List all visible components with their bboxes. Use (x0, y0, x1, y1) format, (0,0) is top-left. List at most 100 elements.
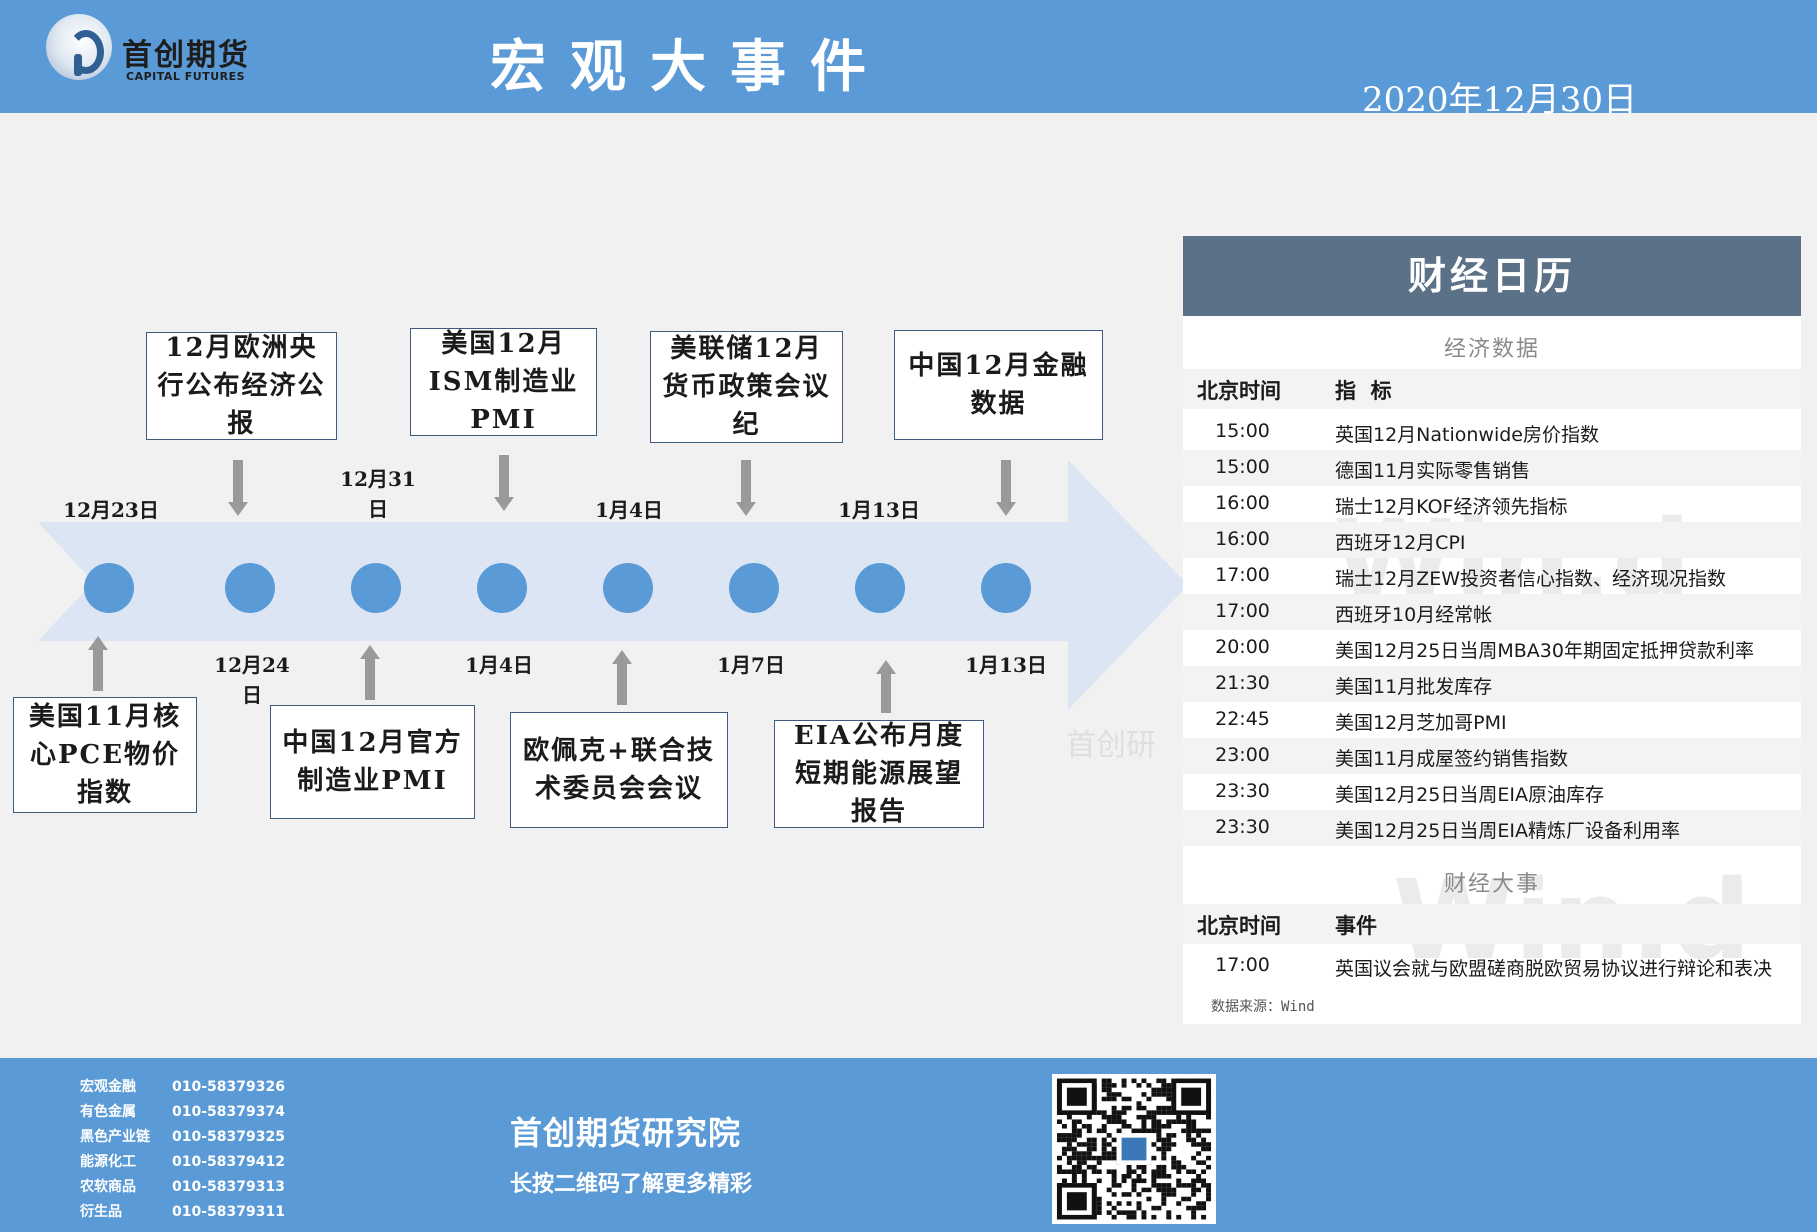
connector-line (365, 658, 375, 700)
econ-indicator: 美国12月25日当周MBA30年期固定抵押贷款利率 (1335, 640, 1754, 662)
data-source: 数据来源：Wind (1211, 999, 1315, 1015)
contact-phone: 010-58379374 (172, 1104, 285, 1120)
event-box-bottom-2: 中国12月官方制造业PMI (270, 705, 475, 819)
event-box-top-3: 美联储12月货币政策会议纪 (650, 331, 843, 443)
econ-indicator: 西班牙10月经常帐 (1335, 604, 1493, 626)
timeline-dot (477, 563, 527, 613)
timeline-dot (603, 563, 653, 613)
logo-name-en: CAPITAL FUTURES (126, 70, 246, 83)
contact-item: 黑色产业链 010-58379325 (80, 1126, 285, 1146)
connector-line (741, 460, 751, 504)
timeline-dot (729, 563, 779, 613)
contact-dept: 宏观金融 (80, 1079, 136, 1095)
qr-code-icon[interactable] (1052, 1074, 1216, 1224)
timeline-date-bottom-4: 1月13日 (965, 653, 1047, 677)
arrow-up-icon (88, 636, 108, 650)
econ-indicator: 美国11月成屋签约销售指数 (1335, 748, 1569, 770)
timeline-dot (855, 563, 905, 613)
contact-phone: 010-58379325 (172, 1129, 285, 1145)
timeline-date-bottom-1: 12月24日 (214, 653, 290, 707)
contact-item: 能源化工 010-58379412 (80, 1151, 285, 1171)
econ-time: 20:00 (1215, 636, 1270, 658)
econ-time: 23:00 (1183, 744, 1302, 766)
arrow-down-icon (228, 502, 248, 516)
econ-indicator: 西班牙12月CPI (1335, 532, 1466, 554)
event-box-bottom-3: 欧佩克+联合技术委员会会议 (510, 712, 728, 828)
timeline-date-top-1: 12月23日 (63, 498, 159, 522)
logo-name-cn: 首创期货 (122, 38, 250, 73)
connector-line (233, 460, 243, 504)
contact-item: 宏观金融 010-58379326 (80, 1076, 285, 1096)
event-box-top-2: 美国12月ISM制造业PMI (410, 328, 597, 436)
econ-time: 17:00 (1215, 564, 1270, 586)
page-title: 宏观大事件 (490, 34, 890, 100)
events-section-title: 财经大事 (1443, 872, 1540, 897)
event-box-top-4: 中国12月金融数据 (894, 330, 1103, 440)
econ-time: 15:00 (1183, 456, 1302, 478)
econ-row: 23:00 美国11月成屋签约销售指数 (1183, 738, 1801, 774)
calendar-title: 财经日历 (1183, 236, 1801, 316)
timeline-date-top-4: 1月13日 (838, 498, 920, 522)
arrow-up-icon (876, 660, 896, 674)
timeline-dot (351, 563, 401, 613)
timeline-date-bottom-2: 1月4日 (465, 653, 533, 677)
arrow-down-icon (996, 502, 1016, 516)
logo-mark-icon (46, 14, 112, 80)
econ-row: 17:00 西班牙10月经常帐 (1183, 594, 1801, 630)
econ-indicator: 美国11月批发库存 (1335, 676, 1493, 698)
event-row: 17:00 英国议会就与欧盟磋商脱欧贸易协议进行辩论和表决 (1183, 948, 1801, 984)
econ-row: 17:00 瑞士12月ZEW投资者信心指数、经济现况指数 (1183, 558, 1801, 594)
econ-column-header: 北京时间 指 标 (1183, 369, 1801, 409)
econ-indicator: 瑞士12月ZEW投资者信心指数、经济现况指数 (1335, 568, 1726, 590)
events-column-header: 北京时间 事件 (1183, 904, 1801, 944)
event-box-bottom-1: 美国11月核心PCE物价指数 (13, 697, 197, 813)
page: 首创期货 CAPITAL FUTURES 宏观大事件 2020年12月30日 1… (0, 0, 1817, 1232)
econ-row: 16:00 西班牙12月CPI (1183, 522, 1801, 558)
econ-indicator: 德国11月实际零售销售 (1335, 460, 1531, 482)
contact-dept: 有色金属 (80, 1104, 136, 1120)
contact-item: 衍生品 010-58379311 (80, 1201, 285, 1221)
econ-row: 15:00 德国11月实际零售销售 (1183, 450, 1801, 486)
contact-dept: 衍生品 (80, 1204, 122, 1220)
col-time-header: 北京时间 (1197, 378, 1281, 403)
arrow-up-icon (612, 650, 632, 664)
timeline-date-top-3: 1月4日 (595, 498, 663, 522)
contact-phone: 010-58379313 (172, 1179, 285, 1195)
contact-item: 有色金属 010-58379374 (80, 1101, 285, 1121)
contact-phone: 010-58379412 (172, 1154, 285, 1170)
connector-line (499, 455, 509, 499)
econ-indicator: 瑞士12月KOF经济领先指标 (1335, 496, 1568, 518)
company-logo: 首创期货 CAPITAL FUTURES (40, 10, 280, 90)
timeline-date-top-2: 12月31日 (340, 467, 416, 521)
footer-title: 首创期货研究院 (510, 1114, 742, 1152)
econ-row: 21:30 美国11月批发库存 (1183, 666, 1801, 702)
connector-line (617, 663, 627, 705)
contact-dept: 能源化工 (80, 1154, 136, 1170)
header-bar: 首创期货 CAPITAL FUTURES 宏观大事件 2020年12月30日 (0, 0, 1817, 120)
contact-phone: 010-58379311 (172, 1204, 285, 1220)
col-event-header: 事件 (1335, 913, 1377, 938)
event-text: 英国议会就与欧盟磋商脱欧贸易协议进行辩论和表决 (1335, 958, 1773, 980)
report-date: 2020年12月30日 (1362, 80, 1638, 120)
event-box-top-1: 12月欧洲央行公布经济公报 (146, 332, 337, 440)
footer-subtitle: 长按二维码了解更多精彩 (510, 1172, 753, 1197)
col-time-header: 北京时间 (1197, 913, 1281, 938)
econ-row: 20:00 美国12月25日当周MBA30年期固定抵押贷款利率 (1183, 630, 1801, 666)
econ-row: 15:00 英国12月Nationwide房价指数 (1183, 414, 1801, 450)
event-time: 17:00 (1215, 954, 1270, 976)
contact-item: 农软商品 010-58379313 (80, 1176, 285, 1196)
timeline-dot (981, 563, 1031, 613)
arrow-down-icon (494, 497, 514, 511)
connector-line (1001, 460, 1011, 504)
col-indicator-header: 指 标 (1335, 378, 1392, 403)
econ-time: 17:00 (1183, 600, 1302, 622)
econ-time: 23:30 (1215, 780, 1270, 802)
watermark-text: 首创研 (1066, 728, 1156, 763)
timeline-dot (84, 563, 134, 613)
contact-dept: 黑色产业链 (80, 1129, 150, 1145)
econ-time: 15:00 (1215, 420, 1270, 442)
contact-dept: 农软商品 (80, 1179, 136, 1195)
timeline-date-bottom-3: 1月7日 (717, 653, 785, 677)
econ-section-title: 经济数据 (1443, 337, 1540, 362)
econ-time: 22:45 (1215, 708, 1270, 730)
